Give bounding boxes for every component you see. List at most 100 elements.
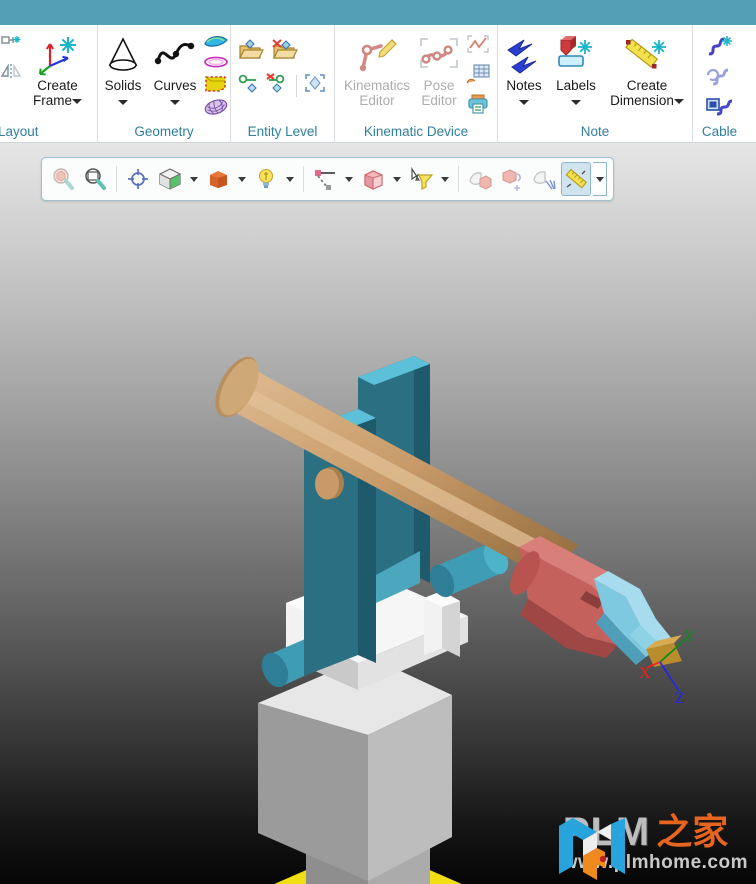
view-toolbar <box>41 157 614 201</box>
fit-view-button[interactable] <box>123 162 153 196</box>
spline-curve-icon <box>153 33 197 77</box>
notes-icon <box>502 33 546 77</box>
ribbon-group-note: Notes Labels Create Dimension Note <box>497 25 692 142</box>
ribbon: Create Frame Layout Solids Curves Geomet… <box>0 25 756 143</box>
notes-label: Notes <box>506 78 542 93</box>
view-orientation-dropdown[interactable] <box>187 162 201 196</box>
create-frame-button[interactable]: Create Frame <box>26 31 90 108</box>
triad-z-axis <box>659 661 680 692</box>
mirror-icon[interactable] <box>0 62 22 89</box>
chevron-down-icon <box>441 176 449 182</box>
create-dimension-button[interactable]: Create Dimension <box>604 31 690 108</box>
create-dimension-icon <box>621 33 673 77</box>
toolbar-separator <box>116 166 117 192</box>
create-cable-icon[interactable] <box>705 34 735 63</box>
chevron-down-icon <box>190 176 198 182</box>
sweep-icon[interactable] <box>203 55 229 74</box>
chevron-down-icon[interactable] <box>72 98 82 104</box>
create-dimension-label-line2: Dimension <box>610 93 684 108</box>
mesh-icon[interactable] <box>203 99 229 120</box>
ribbon-group-cable: Cable <box>692 25 746 142</box>
render-style-dropdown[interactable] <box>235 162 249 196</box>
render-style-button[interactable] <box>203 162 233 196</box>
sheet-icon[interactable] <box>203 75 229 98</box>
bounding-box-button[interactable] <box>358 162 388 196</box>
toolbar-separator <box>458 166 459 192</box>
chevron-down-icon <box>595 176 604 182</box>
notes-button[interactable]: Notes <box>500 31 548 112</box>
sectioning-dropdown[interactable] <box>342 162 356 196</box>
cable-commands <box>705 31 735 123</box>
update-cable-icon[interactable] <box>705 66 735 93</box>
filter-button[interactable] <box>406 162 436 196</box>
kinematics-editor-icon <box>354 33 400 77</box>
device-print-icon[interactable] <box>465 93 491 120</box>
chevron-down-icon <box>286 176 294 182</box>
sectioning-button[interactable] <box>310 162 340 196</box>
cable-properties-icon[interactable] <box>705 96 735 123</box>
key-entity-icon[interactable] <box>238 73 262 98</box>
layout-small-commands <box>0 31 22 89</box>
lighting-dropdown[interactable] <box>283 162 297 196</box>
title-bar <box>0 0 756 25</box>
measure-dropdown[interactable] <box>593 162 607 196</box>
ribbon-group-layout-title: Layout <box>0 124 39 139</box>
pose-editor-button[interactable]: Pose Editor <box>415 31 463 108</box>
3d-viewport[interactable]: X Y Z 之家 www.plmhome.com <box>0 143 756 884</box>
solids-label: Solids <box>104 78 142 93</box>
robot-arm-model: X Y Z <box>215 356 696 884</box>
show-all-button[interactable] <box>497 162 527 196</box>
view-orientation-button[interactable] <box>155 162 185 196</box>
zoom-area-button[interactable] <box>80 162 110 196</box>
blank-button[interactable] <box>529 162 559 196</box>
ribbon-group-layout: Create Frame Layout <box>0 25 97 142</box>
motion-graph-icon[interactable] <box>465 33 491 60</box>
pose-editor-label-line1: Pose <box>423 78 455 93</box>
filter-dropdown[interactable] <box>438 162 452 196</box>
create-frame-label-line1: Create <box>37 78 78 93</box>
labels-button[interactable]: Labels <box>550 31 602 112</box>
ribbon-group-geometry-title: Geometry <box>134 124 194 139</box>
chevron-down-icon[interactable] <box>673 98 684 104</box>
kinematics-editor-label-line1: Kinematics <box>343 78 411 93</box>
ribbon-group-kinematic-device-title: Kinematic Device <box>363 124 469 139</box>
close-entity-icon[interactable] <box>272 39 298 66</box>
chevron-down-icon[interactable] <box>519 100 529 106</box>
triad-y-label: Y <box>684 628 696 645</box>
bounding-box-dropdown[interactable] <box>390 162 404 196</box>
kinematics-editor-button[interactable]: Kinematics Editor <box>341 31 413 108</box>
solids-button[interactable]: Solids <box>99 31 147 112</box>
plmhome-watermark: PLM 之家 www.plmhome.com <box>553 812 748 880</box>
zoom-in-button[interactable] <box>48 162 78 196</box>
pose-editor-icon <box>417 33 461 77</box>
watermark-brand-cn: 之家 <box>656 812 729 853</box>
open-entity-icon[interactable] <box>238 39 264 66</box>
chevron-down-icon[interactable] <box>170 100 180 106</box>
cone-solid-icon <box>102 33 144 77</box>
curves-label: Curves <box>153 78 197 93</box>
hide-button[interactable] <box>465 162 495 196</box>
toolbar-separator <box>303 166 304 192</box>
reposition-icon[interactable] <box>0 33 22 60</box>
expand-entity-icon[interactable] <box>303 72 327 99</box>
triad-z-label: Z <box>675 690 685 707</box>
ribbon-group-cable-title: Cable <box>701 124 738 139</box>
ribbon-group-entity-level-title: Entity Level <box>247 124 318 139</box>
lighting-button[interactable] <box>251 162 281 196</box>
curves-button[interactable]: Curves <box>149 31 201 112</box>
ribbon-group-entity-level: Entity Level <box>230 25 334 142</box>
chevron-down-icon <box>345 176 353 182</box>
geometry-small-commands <box>203 31 229 120</box>
labels-icon <box>553 33 599 77</box>
chevron-down-icon[interactable] <box>571 100 581 106</box>
pose-editor-label-line2: Editor <box>421 93 457 108</box>
surface-icon[interactable] <box>203 33 229 54</box>
remove-key-entity-icon[interactable] <box>266 73 290 98</box>
chevron-down-icon[interactable] <box>118 100 128 106</box>
measure-button[interactable] <box>561 162 591 196</box>
labels-label: Labels <box>556 78 596 93</box>
joint-table-icon[interactable] <box>465 63 491 90</box>
kinematic-small-commands <box>465 31 491 120</box>
chevron-down-icon <box>238 176 246 182</box>
create-dimension-label-line1: Create <box>626 78 668 93</box>
